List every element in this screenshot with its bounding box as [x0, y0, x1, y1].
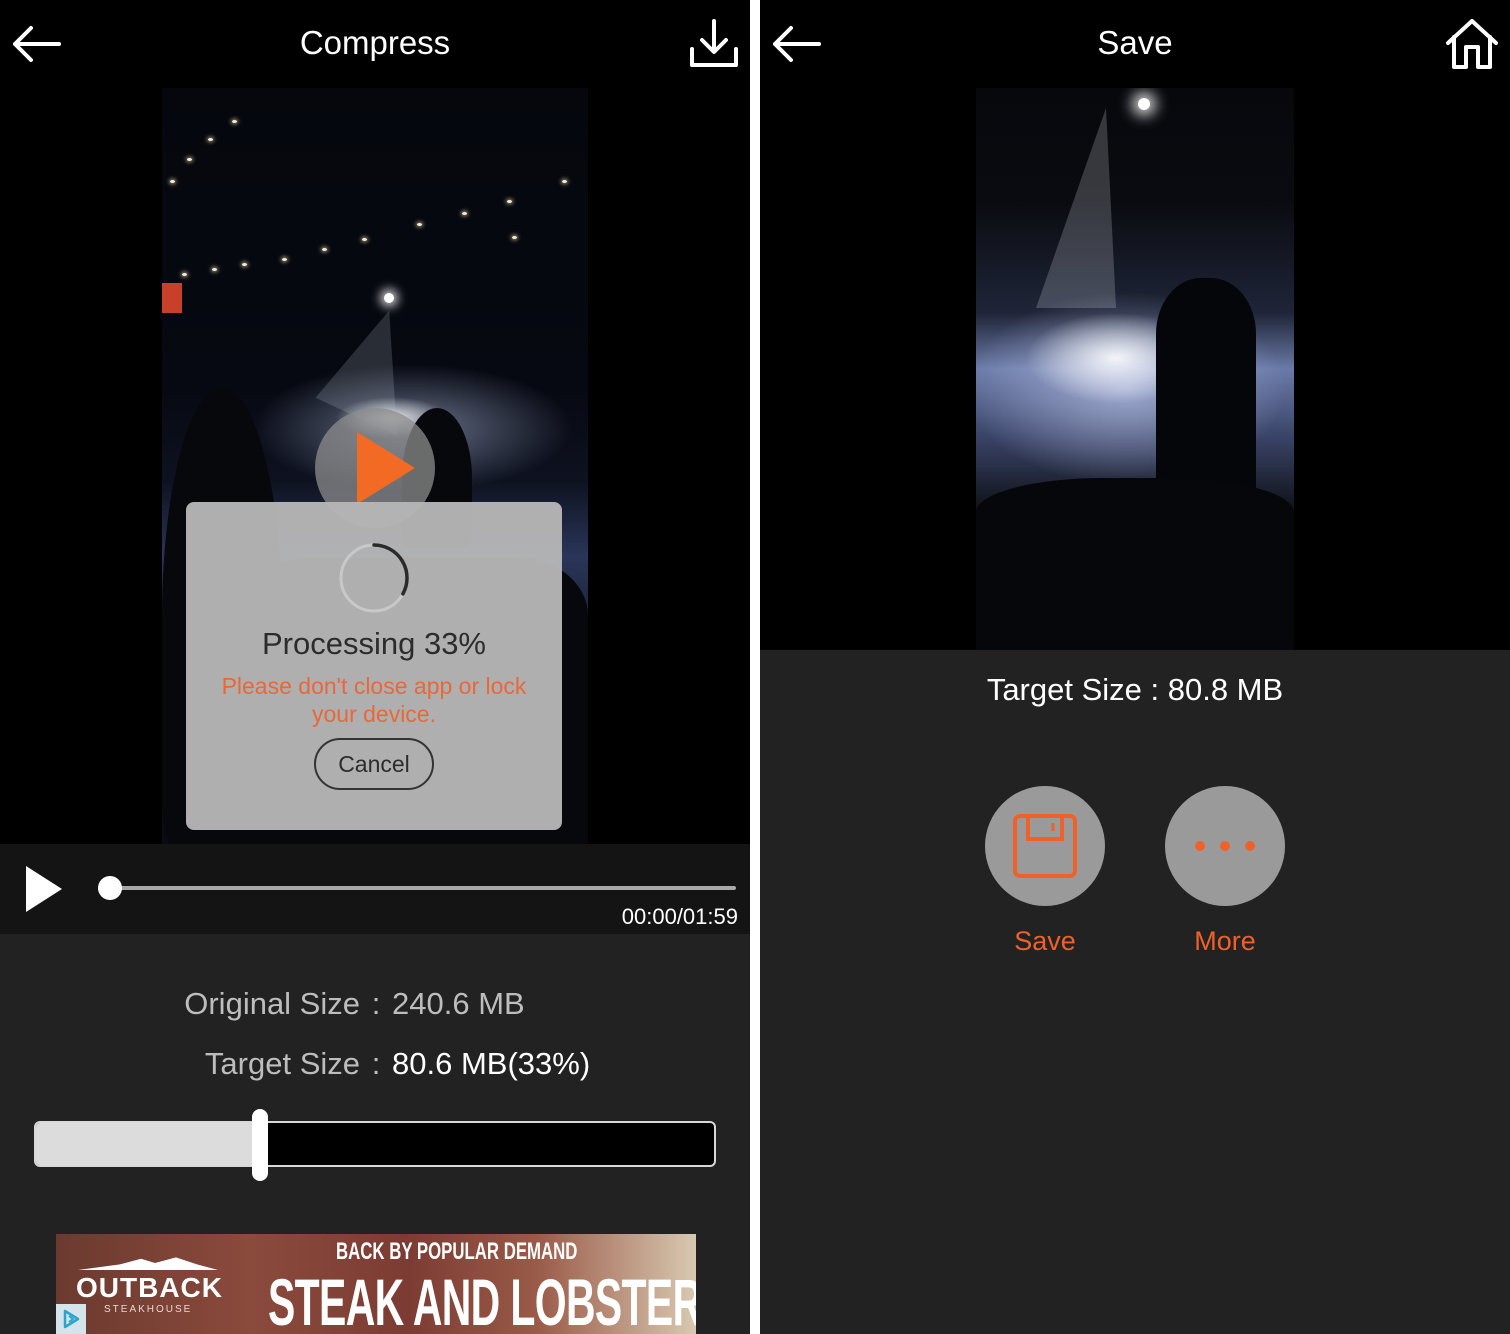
ceiling-light [507, 200, 512, 203]
ad-brand-sub: STEAKHOUSE [104, 1304, 193, 1315]
separator: : [371, 986, 381, 1021]
ceiling-light [417, 223, 422, 226]
spinner-icon [339, 543, 409, 613]
save-navbar: Save [760, 0, 1510, 88]
seek-thumb[interactable] [98, 876, 122, 900]
processing-status: Processing 33% [261, 626, 486, 661]
home-button[interactable] [1442, 14, 1502, 74]
ceiling-light [242, 263, 247, 266]
target-size-value: 80.6 MB(33%) [392, 1046, 591, 1081]
brand-logo-mountain [78, 1257, 218, 1270]
ceiling-light [232, 120, 237, 123]
adchoices-button[interactable] [56, 1304, 86, 1334]
play-icon [357, 432, 415, 504]
download-icon [690, 19, 738, 67]
original-size-value: 240.6 MB [392, 986, 525, 1021]
compress-navbar: Compress [0, 0, 750, 88]
ceiling-light [322, 248, 327, 251]
download-button[interactable] [684, 14, 744, 74]
video-preview[interactable] [760, 88, 1510, 650]
adchoices-icon [63, 1309, 80, 1329]
ceiling-light [170, 180, 175, 183]
target-size-slider[interactable] [34, 1109, 716, 1181]
ceiling-light [362, 238, 367, 241]
target-size-label: Target Size [204, 1046, 360, 1081]
spotlight-beam [1036, 108, 1116, 308]
ceiling-light [187, 158, 192, 161]
ad-brand: OUTBACK [76, 1272, 223, 1303]
page-title: Compress [299, 24, 451, 61]
ceiling-light [208, 138, 213, 141]
spotlight [1138, 98, 1150, 110]
home-icon [1446, 19, 1498, 69]
compress-screen: Compress Processing 33% Please don't clo… [0, 0, 750, 1334]
ceiling-light [212, 268, 217, 271]
ad-headline: STEAK AND LOBSTER [268, 1265, 696, 1334]
floppy-disk-icon [1013, 814, 1077, 878]
target-size-row: Target Size : 80.6 MB(33%) [0, 1046, 750, 1082]
slider-handle[interactable] [251, 1109, 268, 1181]
cancel-button[interactable]: Cancel [314, 738, 434, 790]
arena-banner [162, 283, 182, 313]
processing-dialog: Processing 33% Please don't close app or… [186, 502, 562, 830]
save-button[interactable] [985, 786, 1105, 906]
ceiling-light [462, 212, 467, 215]
slider-fill [36, 1123, 260, 1165]
time-readout: 00:00/01:59 [621, 904, 738, 929]
ad-tagline: BACK BY POPULAR DEMAND [336, 1238, 578, 1265]
separator: : [371, 1046, 381, 1081]
save-screen: Save Target Size : 80.8 MB Save More [760, 0, 1510, 1334]
more-label: More [1194, 926, 1256, 956]
video-thumbnail [976, 88, 1294, 650]
ceiling-light [562, 180, 567, 183]
save-label: Save [1014, 926, 1076, 956]
page-title: Save [1097, 24, 1173, 61]
ceiling-light [182, 273, 187, 276]
ad-banner[interactable]: OUTBACK STEAKHOUSE BACK BY POPULAR DEMAN… [56, 1234, 696, 1334]
more-dots-icon [1195, 841, 1255, 851]
seek-bar[interactable] [98, 876, 736, 900]
ceiling-light [512, 236, 517, 239]
spotlight [384, 293, 394, 303]
audience-silhouette [976, 478, 1294, 650]
player-controls: 00:00/01:59 [0, 844, 750, 934]
ceiling-light [282, 258, 287, 261]
processing-warning: Please don't close app or lock your devi… [221, 673, 527, 727]
original-size-row: Original Size : 240.6 MB [0, 986, 750, 1022]
more-button[interactable] [1165, 786, 1285, 906]
target-size-readout: Target Size : 80.8 MB [986, 672, 1284, 707]
play-button[interactable] [26, 866, 62, 912]
original-size-label: Original Size [184, 986, 360, 1021]
